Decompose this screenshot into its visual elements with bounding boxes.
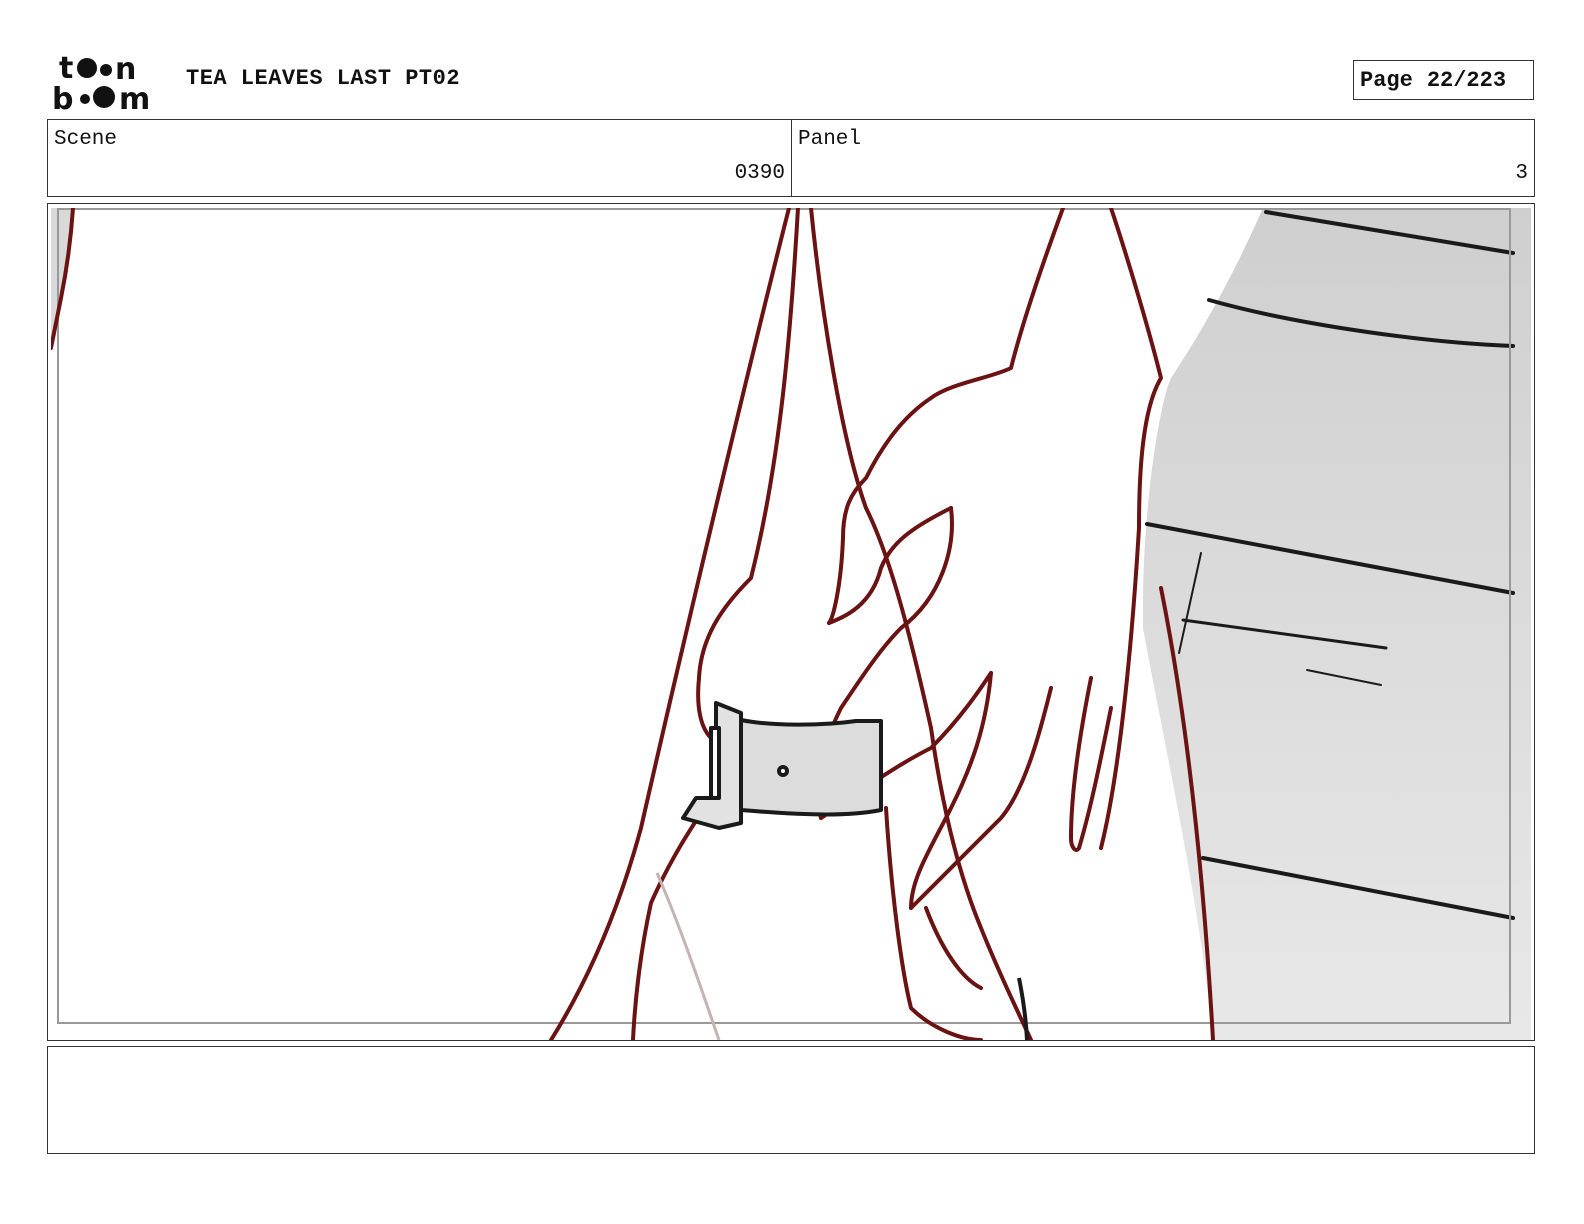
panel-notes (47, 1046, 1535, 1154)
scene-label: Scene (54, 128, 118, 151)
scene-value: 0390 (734, 162, 785, 185)
belt-buckle-inner (709, 726, 721, 800)
scene-panel-row: Scene 0390 Panel 3 (47, 119, 1535, 197)
page-counter: Page 22/223 (1353, 60, 1534, 100)
page-label: Page (1360, 67, 1413, 93)
panel-label: Panel (798, 128, 862, 151)
panel-cell: Panel 3 (792, 120, 1534, 196)
svg-text:t: t (59, 51, 73, 86)
svg-text:m: m (119, 82, 150, 112)
storyboard-drawing (51, 208, 1531, 1040)
project-title: TEA LEAVES LAST PT02 (186, 66, 461, 91)
toonboom-logo: t n b m (52, 51, 150, 112)
belt-hole (777, 765, 789, 777)
belt-strap (739, 718, 883, 817)
page-value: 22/223 (1426, 67, 1507, 93)
scene-cell: Scene 0390 (48, 120, 792, 196)
svg-text:b: b (52, 82, 73, 112)
panel-value: 3 (1515, 162, 1528, 185)
